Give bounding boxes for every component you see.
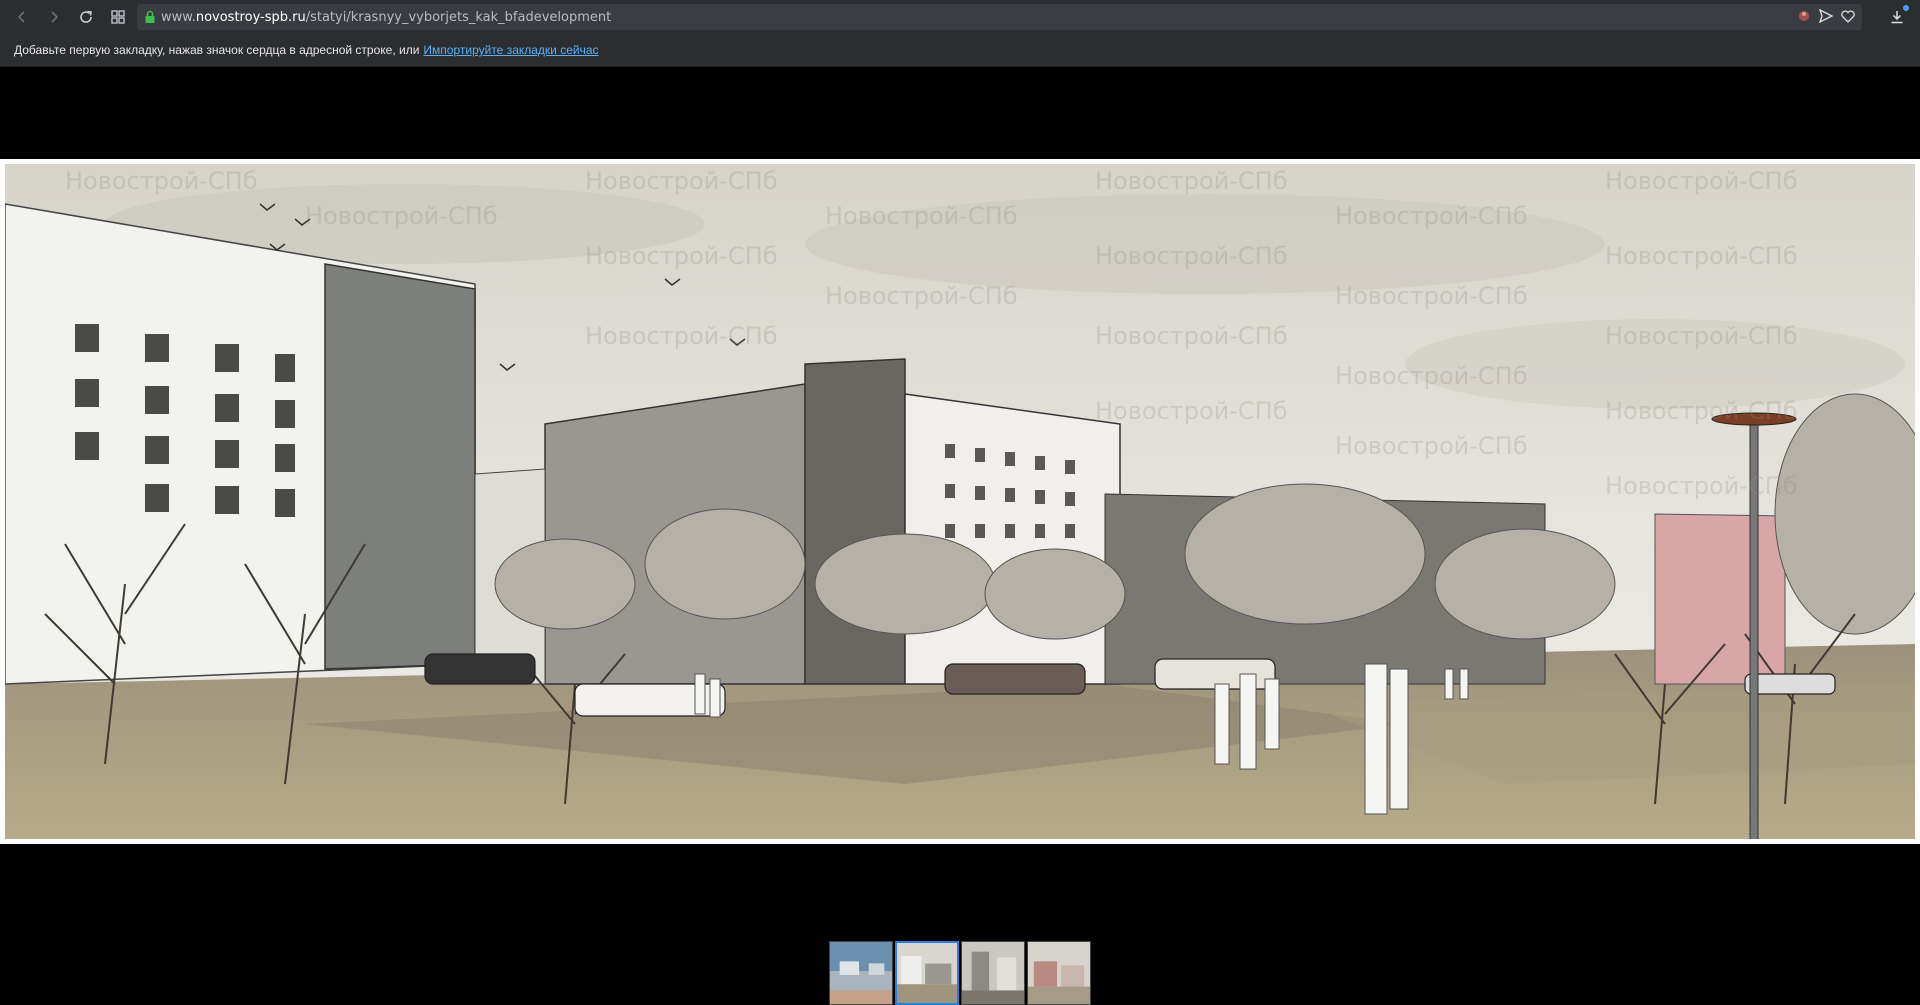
thumbnail-image bbox=[897, 943, 957, 1003]
svg-text:Новострой-СПб: Новострой-СПб bbox=[1095, 167, 1288, 195]
lock-icon bbox=[145, 10, 155, 23]
svg-text:Новострой-СПб: Новострой-СПб bbox=[1605, 242, 1798, 270]
send-icon bbox=[1818, 8, 1834, 24]
grid-icon bbox=[111, 10, 125, 24]
thumbnail-3[interactable] bbox=[961, 941, 1025, 1005]
heart-icon bbox=[1841, 10, 1855, 23]
chevron-right-icon bbox=[51, 11, 59, 23]
extension-icon bbox=[1799, 11, 1809, 21]
svg-text:Новострой-СПб: Новострой-СПб bbox=[305, 202, 498, 230]
image-viewer: Новострой-СПб Новострой-СПб Новострой-СП… bbox=[0, 67, 1920, 1005]
svg-text:Новострой-СПб: Новострой-СПб bbox=[1095, 242, 1288, 270]
bookmark-heart-button[interactable] bbox=[1840, 8, 1856, 24]
download-icon bbox=[1891, 11, 1903, 24]
address-bar[interactable]: www.novostroy-spb.ru/statyi/krasnyy_vybo… bbox=[137, 4, 1862, 30]
svg-text:Новострой-СПб: Новострой-СПб bbox=[1335, 282, 1528, 310]
svg-text:Новострой-СПб: Новострой-СПб bbox=[585, 242, 778, 270]
url-domain: novostroy-spb.ru bbox=[195, 9, 306, 25]
thumbnail-4[interactable] bbox=[1027, 941, 1091, 1005]
thumbnail-image bbox=[830, 942, 892, 1004]
svg-text:Новострой-СПб: Новострой-СПб bbox=[1605, 167, 1798, 195]
svg-text:Новострой-СПб: Новострой-СПб bbox=[585, 322, 778, 350]
bookmarks-message: Добавьте первую закладку, нажав значок с… bbox=[14, 43, 420, 57]
thumbnail-image bbox=[962, 942, 1024, 1004]
svg-text:Новострой-СПб: Новострой-СПб bbox=[1095, 397, 1288, 425]
thumbnail-1[interactable] bbox=[829, 941, 893, 1005]
bookmarks-bar: Добавьте первую закладку, нажав значок с… bbox=[0, 34, 1920, 67]
watermark-text: Новострой-СПб bbox=[65, 167, 258, 195]
svg-text:Новострой-СПб: Новострой-СПб bbox=[1605, 397, 1798, 425]
svg-text:Новострой-СПб: Новострой-СПб bbox=[825, 282, 1018, 310]
svg-text:Новострой-СПб: Новострой-СПб bbox=[1335, 202, 1528, 230]
thumbnail-strip bbox=[829, 941, 1091, 1005]
url-prefix: www. bbox=[161, 9, 196, 25]
forward-button[interactable] bbox=[40, 3, 68, 31]
chevron-left-icon bbox=[17, 11, 25, 23]
thumbnail-2-selected[interactable] bbox=[895, 941, 959, 1005]
architectural-rendering-image[interactable]: Новострой-СПб Новострой-СПб Новострой-СП… bbox=[5, 164, 1915, 839]
svg-text:Новострой-СПб: Новострой-СПб bbox=[1095, 322, 1288, 350]
image-frame: Новострой-СПб Новострой-СПб Новострой-СП… bbox=[0, 159, 1920, 844]
reload-icon bbox=[80, 10, 92, 23]
url-path: /statyi/krasnyy_vyborjets_kak_bfadevelop… bbox=[305, 9, 612, 25]
import-bookmarks-link[interactable]: Импортируйте закладки сейчас bbox=[423, 43, 598, 57]
browser-toolbar: www.novostroy-spb.ru/statyi/krasnyy_vybo… bbox=[0, 0, 1920, 34]
send-button[interactable] bbox=[1818, 8, 1834, 24]
address-bar-actions bbox=[1796, 8, 1856, 24]
rendering-illustration: Новострой-СПб Новострой-СПб Новострой-СП… bbox=[5, 164, 1915, 839]
svg-text:Новострой-СПб: Новострой-СПб bbox=[1605, 322, 1798, 350]
tabs-grid-button[interactable] bbox=[104, 3, 132, 31]
back-button[interactable] bbox=[8, 3, 36, 31]
url-text: www.novostroy-spb.ru/statyi/krasnyy_vybo… bbox=[161, 10, 611, 25]
svg-text:Новострой-СПб: Новострой-СПб bbox=[585, 167, 778, 195]
svg-text:Новострой-СПб: Новострой-СПб bbox=[1335, 432, 1528, 460]
svg-text:Новострой-СПб: Новострой-СПб bbox=[1335, 362, 1528, 390]
svg-text:Новострой-СПб: Новострой-СПб bbox=[1605, 472, 1798, 500]
downloads-button[interactable] bbox=[1885, 5, 1909, 29]
thumbnail-image bbox=[1028, 942, 1090, 1004]
reload-button[interactable] bbox=[72, 3, 100, 31]
extension-button[interactable] bbox=[1796, 8, 1812, 24]
svg-text:Новострой-СПб: Новострой-СПб bbox=[825, 202, 1018, 230]
download-indicator bbox=[1903, 5, 1909, 11]
